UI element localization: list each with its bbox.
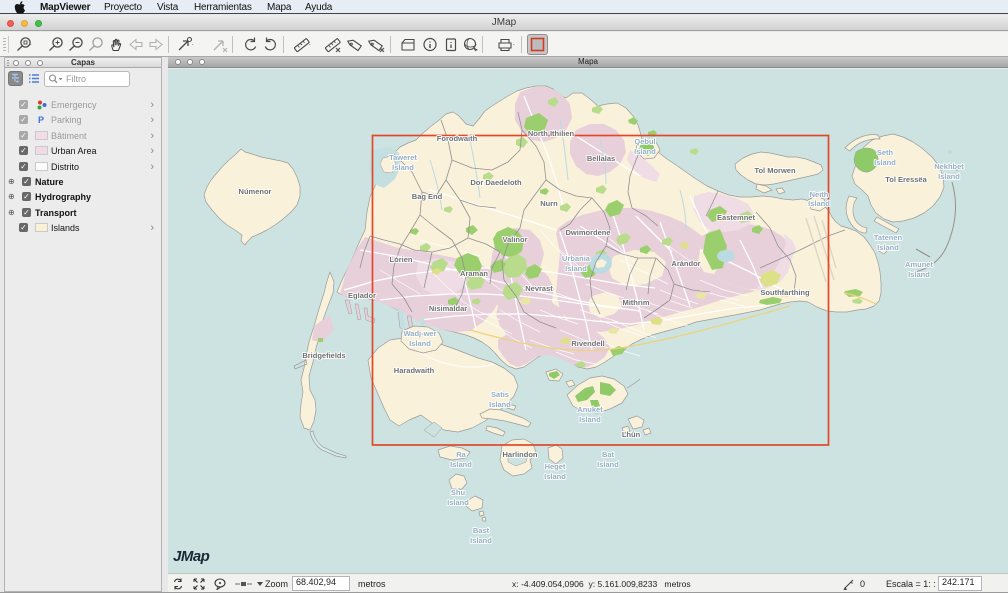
- svg-text:Wadj-wer: Wadj-wer: [403, 329, 436, 338]
- svg-text:Tol Morwen: Tol Morwen: [754, 166, 796, 175]
- svg-text:Island: Island: [450, 460, 472, 469]
- svg-text:Heget: Heget: [545, 462, 566, 471]
- svg-text:Forodwaith: Forodwaith: [437, 134, 478, 143]
- svg-text:Tatenen: Tatenen: [874, 233, 903, 242]
- svg-text:Island: Island: [470, 536, 492, 545]
- svg-text:Ra: Ra: [456, 450, 466, 459]
- svg-text:Valinor: Valinor: [502, 235, 527, 244]
- svg-text:Lhûn: Lhûn: [622, 430, 641, 439]
- svg-text:Bag End: Bag End: [412, 192, 443, 201]
- svg-text:Shu: Shu: [451, 488, 466, 497]
- svg-text:Eastemnet: Eastemnet: [717, 213, 755, 222]
- svg-text:Lórien: Lórien: [390, 255, 413, 264]
- svg-text:Neith: Neith: [810, 190, 829, 199]
- svg-text:Urbania: Urbania: [562, 254, 591, 263]
- svg-text:Eglador: Eglador: [348, 291, 376, 300]
- svg-text:Amunet: Amunet: [905, 260, 933, 269]
- svg-text:Bast: Bast: [473, 526, 490, 535]
- svg-text:Taweret: Taweret: [389, 153, 417, 162]
- svg-text:Araman: Araman: [460, 269, 488, 278]
- svg-text:Nurn: Nurn: [540, 199, 558, 208]
- svg-text:Island: Island: [579, 415, 601, 424]
- svg-text:Island: Island: [565, 264, 587, 273]
- svg-text:Arándor: Arándor: [671, 259, 700, 268]
- svg-text:Island: Island: [808, 199, 830, 208]
- svg-text:Bat: Bat: [602, 450, 615, 459]
- svg-text:Island: Island: [489, 400, 511, 409]
- svg-text:Island: Island: [634, 147, 656, 156]
- svg-text:Island: Island: [938, 172, 960, 181]
- svg-text:Bridgefields: Bridgefields: [302, 351, 345, 360]
- svg-text:Númenor: Númenor: [239, 187, 272, 196]
- svg-text:Haradwaith: Haradwaith: [394, 366, 435, 375]
- svg-text:Dwimordene: Dwimordene: [565, 228, 610, 237]
- svg-text:Nisimaldar: Nisimaldar: [429, 304, 467, 313]
- svg-text:Island: Island: [874, 158, 896, 167]
- svg-text:Island: Island: [597, 460, 619, 469]
- svg-text:Island: Island: [447, 498, 469, 507]
- svg-text:Nekhbet: Nekhbet: [934, 162, 964, 171]
- svg-text:Mithrim: Mithrim: [622, 298, 649, 307]
- svg-text:Nevrast: Nevrast: [525, 284, 553, 293]
- svg-text:Harlindon: Harlindon: [503, 450, 538, 459]
- svg-text:North Ithilien: North Ithilien: [528, 129, 575, 138]
- svg-text:Island: Island: [392, 163, 414, 172]
- svg-text:Qebul: Qebul: [634, 137, 655, 146]
- svg-text:Island: Island: [409, 339, 431, 348]
- svg-text:Anuket: Anuket: [577, 405, 603, 414]
- svg-text:Island: Island: [877, 243, 899, 252]
- svg-text:Bellalas: Bellalas: [587, 154, 615, 163]
- svg-text:Tol Eressëa: Tol Eressëa: [885, 175, 927, 184]
- svg-text:Island: Island: [544, 472, 566, 481]
- svg-text:Island: Island: [908, 270, 930, 279]
- svg-text:Southfarthing: Southfarthing: [760, 288, 810, 297]
- svg-text:Satis: Satis: [491, 390, 509, 399]
- svg-text:Dor Daedeloth: Dor Daedeloth: [470, 178, 522, 187]
- svg-text:Seth: Seth: [877, 148, 894, 157]
- svg-text:Rivendell: Rivendell: [571, 339, 604, 348]
